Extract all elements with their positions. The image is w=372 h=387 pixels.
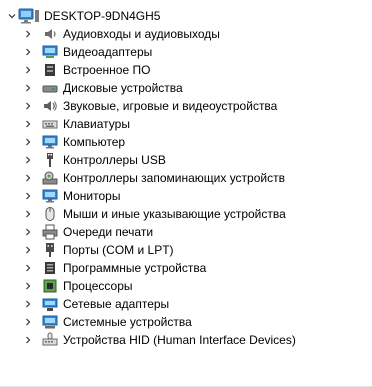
tree-item-computer[interactable]: Компьютер [0, 133, 372, 151]
tree-item-mice[interactable]: Мыши и иные указывающие устройства [0, 205, 372, 223]
tree-item-label: Видеоадаптеры [63, 45, 153, 59]
chevron-right-icon[interactable] [22, 295, 34, 313]
hid-icon [42, 332, 58, 348]
chevron-down-icon[interactable] [6, 7, 18, 25]
tree-item-ports[interactable]: Порты (COM и LPT) [0, 241, 372, 259]
chevron-right-icon[interactable] [22, 187, 34, 205]
chevron-right-icon[interactable] [22, 259, 34, 277]
speaker-icon [42, 26, 58, 42]
tree-item-label: Порты (COM и LPT) [63, 243, 174, 257]
tree-item-label: Очереди печати [63, 225, 154, 239]
chevron-right-icon[interactable] [22, 169, 34, 187]
tree-item-keyboards[interactable]: Клавиатуры [0, 115, 372, 133]
tree-item-label: Компьютер [63, 135, 126, 149]
tree-item-usb-controllers[interactable]: Контроллеры USB [0, 151, 372, 169]
firmware-icon [42, 62, 58, 78]
tree-item-label: Программные устройства [63, 261, 207, 275]
tree-item-label: Системные устройства [63, 315, 192, 329]
tree-item-print-queues[interactable]: Очереди печати [0, 223, 372, 241]
tree-item-storage-controllers[interactable]: Контроллеры запоминающих устройств [0, 169, 372, 187]
computer-root-icon [18, 8, 40, 24]
tree-item-label: Сетевые адаптеры [63, 297, 170, 311]
chevron-right-icon[interactable] [22, 61, 34, 79]
chevron-right-icon[interactable] [22, 43, 34, 61]
system-device-icon [42, 314, 58, 330]
tree-item-monitors[interactable]: Мониторы [0, 187, 372, 205]
mouse-icon [42, 206, 58, 222]
tree-item-software-devices[interactable]: Программные устройства [0, 259, 372, 277]
chevron-right-icon[interactable] [22, 277, 34, 295]
tree-item-system-devices[interactable]: Системные устройства [0, 313, 372, 331]
chevron-right-icon[interactable] [22, 115, 34, 133]
chevron-right-icon[interactable] [22, 241, 34, 259]
storage-controller-icon [42, 170, 58, 186]
tree-root-desktop[interactable]: DESKTOP-9DN4GH5 [0, 7, 372, 25]
chevron-right-icon[interactable] [22, 133, 34, 151]
network-adapter-icon [42, 296, 58, 312]
tree-item-audio-io[interactable]: Аудиовходы и аудиовыходы [0, 25, 372, 43]
tree-item-label: Клавиатуры [63, 117, 130, 131]
chevron-right-icon[interactable] [22, 331, 34, 349]
chevron-right-icon[interactable] [22, 25, 34, 43]
chevron-right-icon[interactable] [22, 79, 34, 97]
chevron-right-icon[interactable] [22, 97, 34, 115]
tree-item-label: Аудиовходы и аудиовыходы [63, 27, 220, 41]
printer-icon [42, 224, 58, 240]
port-icon [42, 242, 58, 258]
chevron-right-icon[interactable] [22, 223, 34, 241]
usb-icon [42, 152, 58, 168]
chevron-right-icon[interactable] [22, 205, 34, 223]
tree-item-label: Мыши и иные указывающие устройства [63, 207, 286, 221]
disk-drive-icon [42, 80, 58, 96]
keyboard-icon [42, 116, 58, 132]
chevron-right-icon[interactable] [22, 151, 34, 169]
tree-item-sound-devices[interactable]: Звуковые, игровые и видеоустройства [0, 97, 372, 115]
tree-item-label: Встроенное ПО [63, 63, 151, 77]
tree-item-label: Контроллеры USB [63, 153, 166, 167]
display-adapter-icon [42, 44, 58, 60]
sound-icon [42, 98, 58, 114]
software-device-icon [42, 260, 58, 276]
device-tree: DESKTOP-9DN4GH5 Аудиовходы и аудиовыходы… [0, 0, 372, 387]
tree-item-label: Звуковые, игровые и видеоустройства [63, 99, 278, 113]
tree-root-label: DESKTOP-9DN4GH5 [44, 9, 161, 23]
tree-item-label: Контроллеры запоминающих устройств [63, 171, 285, 185]
tree-item-network-adapters[interactable]: Сетевые адаптеры [0, 295, 372, 313]
tree-item-processors[interactable]: Процессоры [0, 277, 372, 295]
tree-item-label: Мониторы [63, 189, 121, 203]
tree-item-label: Устройства HID (Human Interface Devices) [63, 333, 296, 347]
chevron-right-icon[interactable] [22, 313, 34, 331]
monitor-icon [42, 188, 58, 204]
computer-icon [42, 134, 58, 150]
tree-item-label: Процессоры [63, 279, 133, 293]
tree-item-firmware[interactable]: Встроенное ПО [0, 61, 372, 79]
tree-item-disk-drives[interactable]: Дисковые устройства [0, 79, 372, 97]
tree-item-display-adapters[interactable]: Видеоадаптеры [0, 43, 372, 61]
tree-item-label: Дисковые устройства [63, 81, 183, 95]
tree-item-hid-devices[interactable]: Устройства HID (Human Interface Devices) [0, 331, 372, 349]
processor-icon [42, 278, 58, 294]
